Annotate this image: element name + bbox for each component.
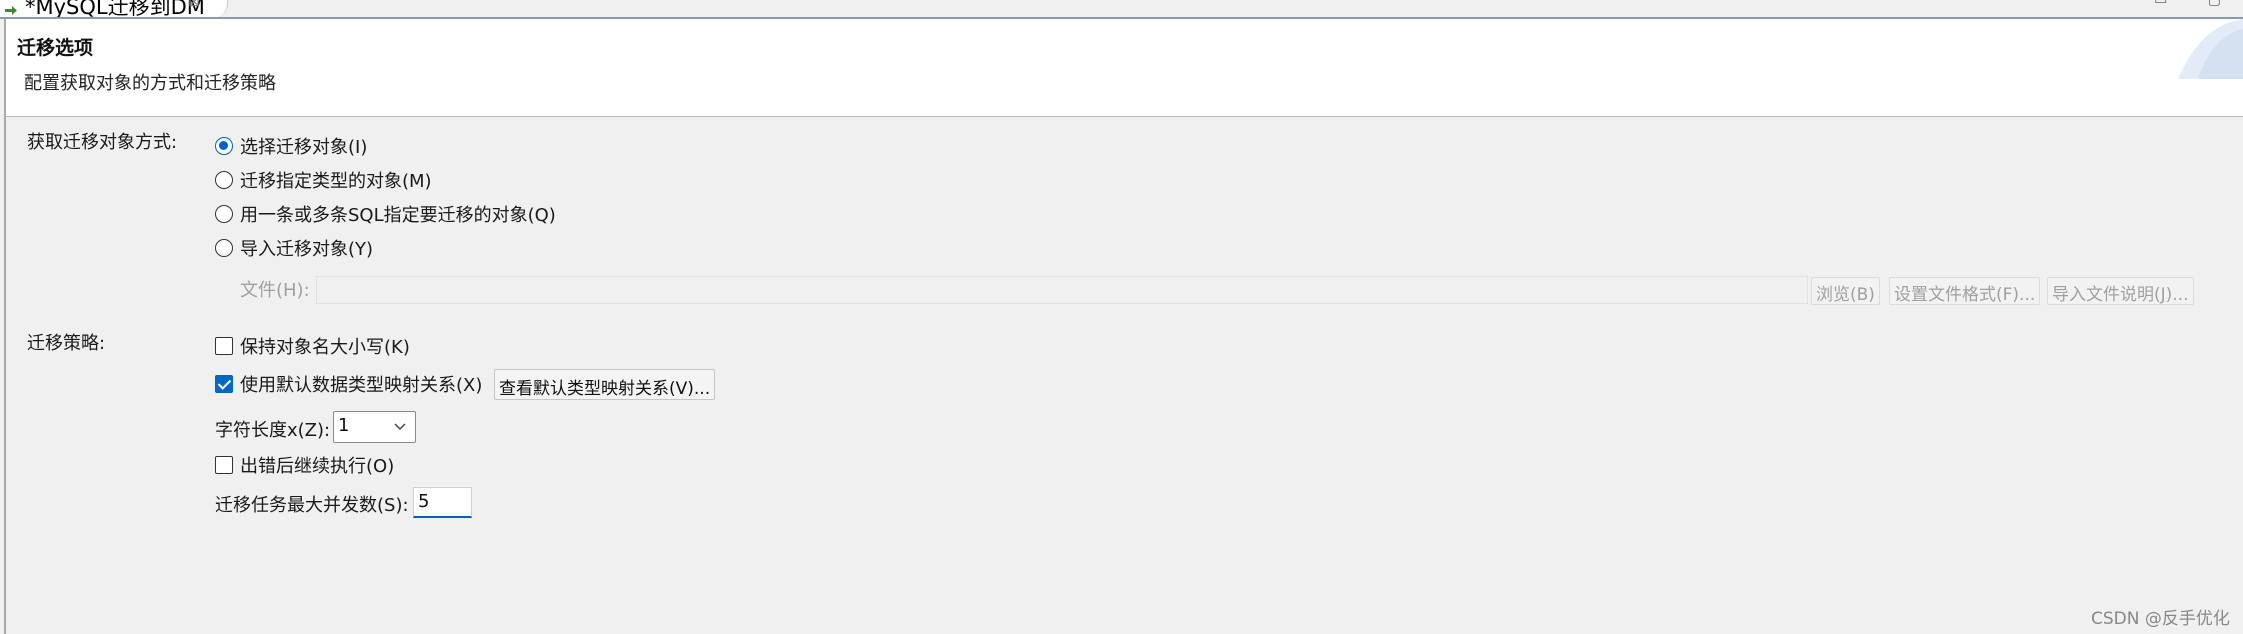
strategy-label: 迁移策略:: [27, 333, 106, 354]
max-concurrency-label: 迁移任务最大并发数(S):: [215, 495, 409, 516]
keep-case-label[interactable]: 保持对象名大小写(K): [240, 333, 410, 359]
acquire-method-label: 获取迁移对象方式:: [27, 132, 178, 153]
editor-tab[interactable]: *MySQL迁移到DM ⊠: [0, 0, 228, 19]
page-title: 迁移选项: [17, 37, 94, 59]
char-length-value: 1: [338, 415, 350, 436]
continue-on-error-checkbox[interactable]: [215, 456, 233, 474]
radio-select-objects-label[interactable]: 选择迁移对象(I): [240, 133, 367, 159]
file-label: 文件(H):: [240, 280, 310, 301]
keep-case-checkbox[interactable]: [215, 337, 233, 355]
editor-tab-bar: *MySQL迁移到DM ⊠ ▭ ▢: [0, 0, 2243, 19]
char-length-label: 字符长度x(Z):: [215, 420, 331, 441]
header-banner-graphic: [2178, 19, 2243, 79]
max-concurrency-input[interactable]: 5: [413, 487, 472, 518]
default-mapping-label[interactable]: 使用默认数据类型映射关系(X): [240, 371, 482, 397]
migration-icon: [5, 6, 17, 15]
radio-sql-objects[interactable]: [215, 205, 233, 223]
page-header: 迁移选项 配置获取对象的方式和迁移策略: [6, 19, 2243, 117]
page-description: 配置获取对象的方式和迁移策略: [24, 73, 276, 94]
window-controls[interactable]: ▭ ▢: [2154, 0, 2239, 8]
radio-select-objects[interactable]: [215, 137, 233, 155]
default-mapping-checkbox[interactable]: [215, 375, 233, 393]
continue-on-error-label[interactable]: 出错后继续执行(O): [240, 452, 394, 478]
close-icon[interactable]: ⊠: [188, 0, 200, 10]
char-length-select[interactable]: 1: [333, 411, 416, 443]
max-concurrency-value: 5: [418, 491, 430, 512]
watermark: CSDN @反手优化: [2091, 609, 2230, 629]
file-path-input[interactable]: [316, 276, 1808, 304]
import-file-description-button[interactable]: 导入文件说明(J)...: [2047, 277, 2194, 305]
view-default-mapping-button[interactable]: 查看默认类型映射关系(V)...: [494, 369, 716, 400]
radio-import-objects-label[interactable]: 导入迁移对象(Y): [240, 235, 373, 261]
set-file-format-button[interactable]: 设置文件格式(F)...: [1889, 277, 2041, 305]
radio-import-objects[interactable]: [215, 239, 233, 257]
chevron-down-icon: [394, 423, 406, 431]
browse-button[interactable]: 浏览(B): [1811, 277, 1880, 305]
radio-specified-types[interactable]: [215, 171, 233, 189]
radio-sql-objects-label[interactable]: 用一条或多条SQL指定要迁移的对象(Q): [240, 201, 556, 227]
radio-specified-types-label[interactable]: 迁移指定类型的对象(M): [240, 167, 432, 193]
